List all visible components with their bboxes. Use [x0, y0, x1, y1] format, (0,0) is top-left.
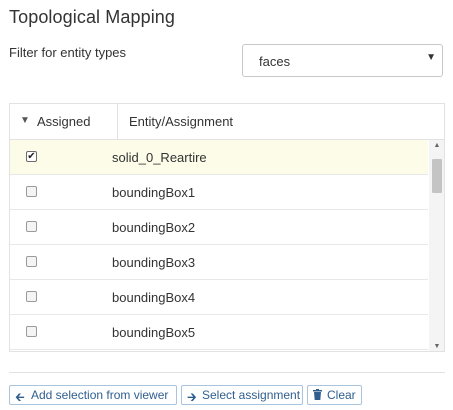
column-header-assigned[interactable]: ▼ Assigned: [10, 104, 118, 139]
assigned-checkbox[interactable]: [26, 221, 37, 232]
entity-name: boundingBox5: [112, 325, 196, 340]
filter-label: Filter for entity types: [9, 45, 127, 60]
table-body: ✔ solid_0_Reartire boundingBox1 bounding…: [10, 140, 428, 351]
scroll-down-icon[interactable]: ▼: [429, 343, 444, 350]
panel-title: Topological Mapping: [9, 7, 176, 27]
table-header: ▼ Assigned Entity/Assignment: [10, 104, 444, 140]
entity-name: boundingBox4: [112, 290, 196, 305]
add-selection-button[interactable]: 🡰 Add selection from viewer: [9, 385, 177, 405]
arrow-left-icon: 🡰: [15, 390, 25, 404]
entity-type-select[interactable]: faces ▼: [242, 44, 443, 77]
assigned-checkbox[interactable]: [26, 326, 37, 337]
caret-down-icon: ▼: [426, 52, 436, 63]
table-row[interactable]: ✔ solid_0_Reartire: [10, 140, 428, 175]
sort-desc-icon: ▼: [20, 115, 30, 126]
table-row[interactable]: boundingBox1: [10, 175, 428, 210]
entity-name: boundingBox3: [112, 255, 196, 270]
trash-icon: [313, 388, 322, 400]
assigned-checkbox[interactable]: [26, 291, 37, 302]
entity-name: boundingBox1: [112, 185, 196, 200]
arrow-right-icon: 🡲: [187, 390, 197, 404]
assignment-table: ▼ Assigned Entity/Assignment ✔ solid_0_R…: [9, 103, 445, 352]
entity-name: boundingBox2: [112, 220, 196, 235]
scroll-up-icon[interactable]: ▲: [429, 142, 444, 149]
assigned-checkbox[interactable]: [26, 256, 37, 267]
assigned-checkbox[interactable]: [26, 186, 37, 197]
entity-name: solid_0_Reartire: [112, 150, 207, 165]
clear-button[interactable]: Clear: [307, 385, 362, 405]
table-row[interactable]: boundingBox5: [10, 315, 428, 350]
table-scrollbar[interactable]: ▲ ▼: [429, 140, 444, 351]
table-row[interactable]: boundingBox4: [10, 280, 428, 315]
table-row[interactable]: boundingBox3: [10, 245, 428, 280]
scrollbar-thumb[interactable]: [432, 159, 442, 193]
table-row[interactable]: boundingBox2: [10, 210, 428, 245]
entity-type-value: faces: [259, 54, 291, 69]
assigned-checkbox[interactable]: ✔: [26, 151, 37, 162]
divider: [9, 372, 445, 373]
select-assignment-button[interactable]: 🡲 Select assignment: [181, 385, 303, 405]
